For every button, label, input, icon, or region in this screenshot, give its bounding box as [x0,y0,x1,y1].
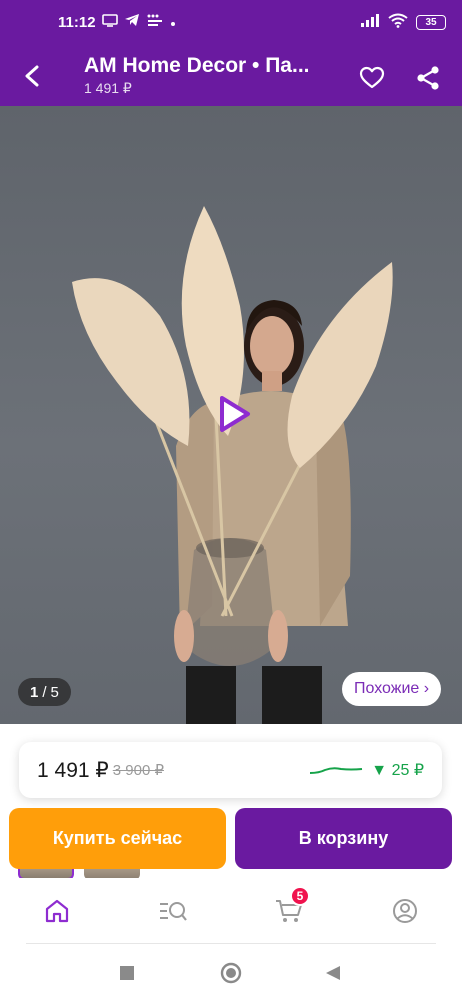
back-button[interactable] [14,58,50,94]
nav-cart[interactable]: 5 [272,886,310,926]
signal-icon [360,13,380,31]
image-counter-current: 1 [30,683,39,701]
telegram-icon [124,13,140,31]
image-counter-separator: / [42,683,47,701]
back-system-button[interactable] [320,960,346,986]
price-card[interactable]: 1 491 ₽ 3 900 ₽ ▼ 25 ₽ [19,742,442,798]
recent-apps-button[interactable] [114,960,140,986]
price-history-sparkline-icon [310,767,363,774]
circle-icon [220,962,242,984]
share-button[interactable] [410,60,446,96]
square-icon [120,966,134,980]
page-title: AM Home Decor • Па... [84,54,310,77]
profile-icon [393,899,417,923]
heart-icon [359,66,385,89]
status-bar: 11:12 35 [0,0,462,44]
nav-profile[interactable] [388,896,422,926]
nav-home[interactable] [40,896,74,926]
current-price: 1 491 ₽ [37,758,109,782]
app-bar: AM Home Decor • Па... 1 491 ₽ [0,44,462,106]
buy-now-button[interactable]: Купить сейчас [9,808,226,869]
app-notification-icon [146,13,164,31]
catalog-search-icon [160,902,187,921]
product-image-gallery[interactable]: 1 / 5 Похожие › [0,106,462,724]
price-drop-value: ▼ 25 ₽ [371,762,424,779]
play-icon [220,396,250,432]
battery-icon: 35 [416,14,446,30]
back-arrow-icon [25,65,39,87]
play-video-button[interactable] [210,392,254,436]
old-price: 3 900 ₽ [112,762,164,779]
page-subtitle: 1 491 ₽ [84,80,132,96]
cart-count-badge: 5 [290,886,310,906]
nav-catalog[interactable] [156,896,190,926]
triangle-back-icon [326,966,340,980]
screen-cast-icon [101,13,118,31]
add-to-cart-button[interactable]: В корзину [235,808,452,869]
home-icon [45,899,69,923]
more-notifications-icon [170,14,176,31]
wifi-icon [388,13,408,32]
system-navigation-bar [0,944,462,1000]
home-system-button[interactable] [218,960,244,986]
similar-products-button[interactable]: Похожие › [342,672,442,706]
price-trend: ▼ 25 ₽ [309,760,424,780]
image-counter-total: 5 [50,683,59,701]
status-time: 11:12 [58,13,96,31]
favorite-button[interactable] [354,60,390,96]
share-icon [417,66,439,90]
bottom-navigation: 5 [0,878,462,944]
image-counter: 1 / 5 [18,678,71,706]
